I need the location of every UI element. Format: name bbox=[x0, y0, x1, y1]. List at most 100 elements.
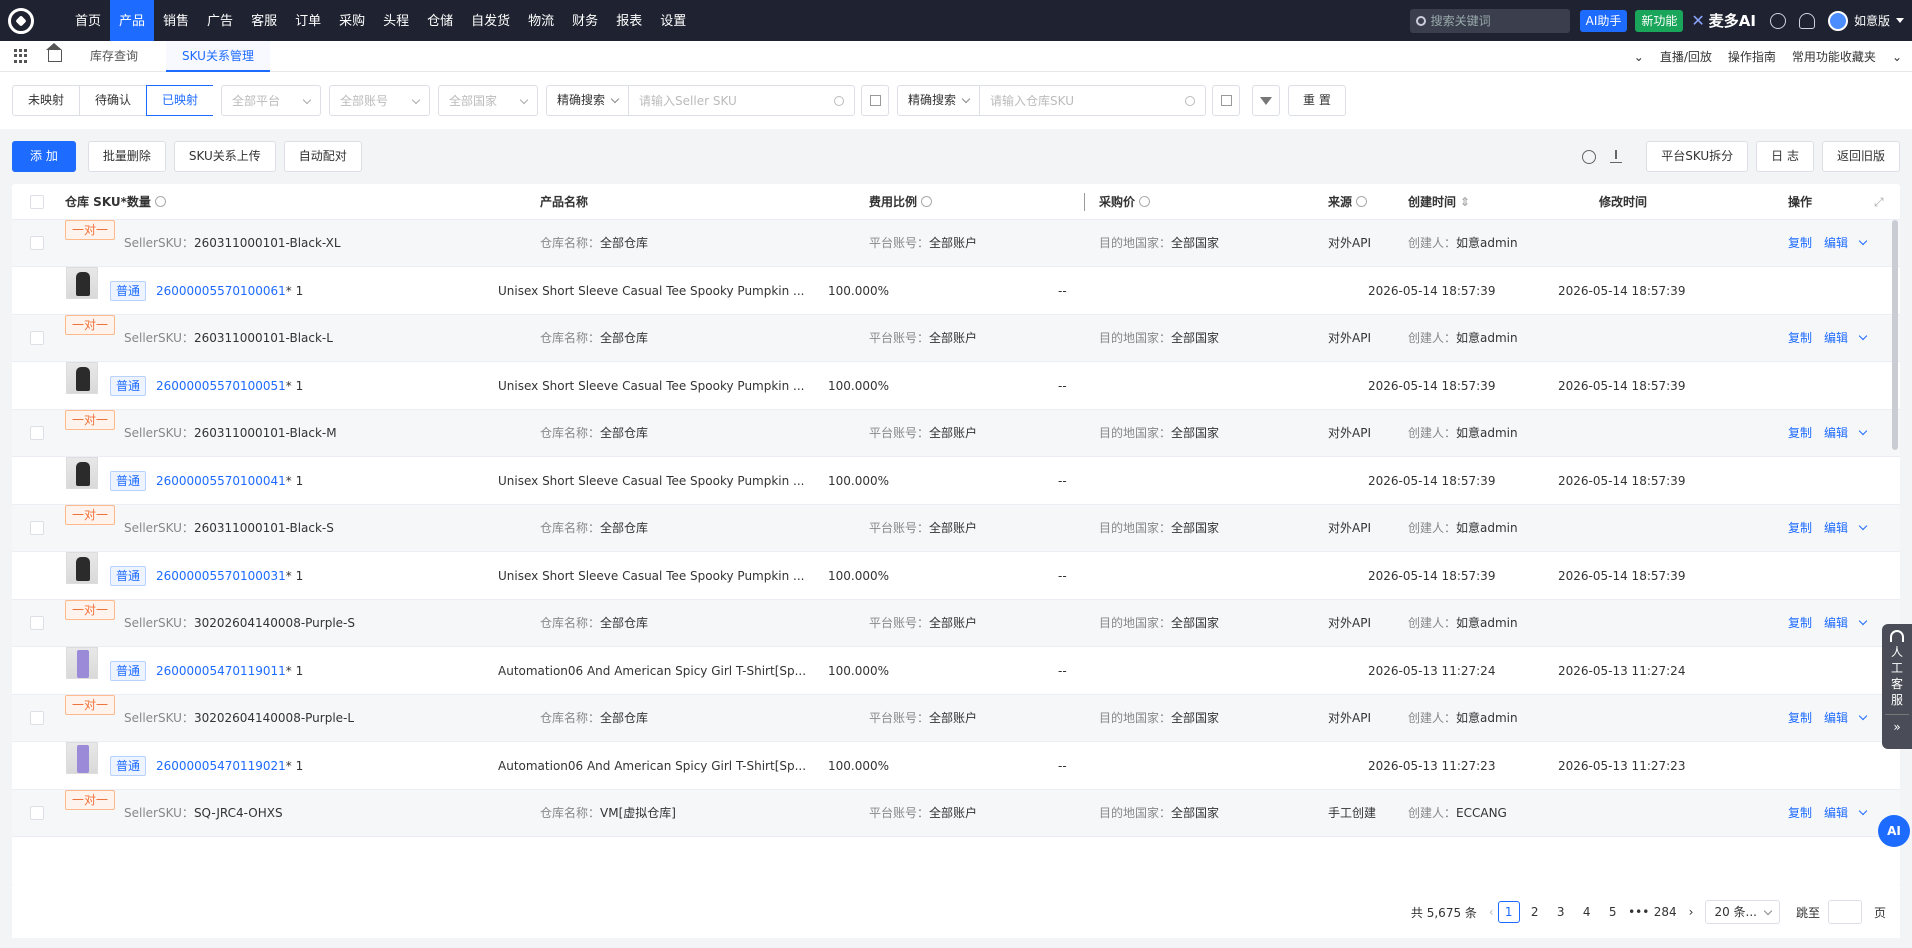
copy-button[interactable]: 复制 bbox=[1788, 806, 1812, 820]
download-icon[interactable] bbox=[1769, 12, 1786, 29]
chevron-down-icon[interactable] bbox=[1858, 711, 1868, 721]
user-name[interactable]: 如意版 bbox=[1854, 12, 1890, 29]
product-thumbnail[interactable] bbox=[66, 552, 98, 584]
tab-inventory-query[interactable]: 库存查询 bbox=[74, 41, 154, 72]
favorites-menu[interactable]: 常用功能收藏夹 bbox=[1792, 48, 1876, 65]
chevron-down-icon[interactable] bbox=[1858, 331, 1868, 341]
page-size-select[interactable]: 20 条... bbox=[1705, 900, 1780, 924]
collapse-icon[interactable]: » bbox=[1882, 719, 1912, 735]
advanced-filter-button[interactable] bbox=[1252, 85, 1281, 116]
nav-item-8[interactable]: 仓储 bbox=[418, 0, 462, 41]
search-icon[interactable] bbox=[834, 95, 845, 106]
next-page-icon[interactable]: › bbox=[1689, 905, 1694, 919]
nav-item-7[interactable]: 头程 bbox=[374, 0, 418, 41]
chevron-down-icon[interactable]: ⌄ bbox=[1634, 50, 1644, 64]
col-created[interactable]: 创建时间 ⇕ bbox=[1408, 184, 1470, 220]
nav-item-13[interactable]: 设置 bbox=[651, 0, 695, 41]
nav-item-2[interactable]: 销售 bbox=[154, 0, 198, 41]
row-checkbox[interactable] bbox=[30, 711, 44, 725]
row-checkbox[interactable] bbox=[30, 806, 44, 820]
nav-item-9[interactable]: 自发货 bbox=[462, 0, 519, 41]
page-5[interactable]: ••• bbox=[1628, 902, 1650, 924]
fullscreen-icon[interactable]: ⤢ bbox=[1874, 184, 1884, 220]
page-2[interactable]: 3 bbox=[1550, 902, 1572, 924]
product-thumbnail[interactable] bbox=[66, 742, 98, 774]
guide-link[interactable]: 操作指南 bbox=[1728, 48, 1776, 65]
goto-page-input[interactable] bbox=[1827, 900, 1862, 924]
warehouse-sku-link[interactable]: 26000005570100061 bbox=[156, 284, 286, 298]
add-button[interactable]: 添 加 bbox=[12, 141, 76, 172]
old-version-button[interactable]: 返回旧版 bbox=[1821, 141, 1900, 172]
info-icon[interactable] bbox=[1582, 149, 1597, 164]
country-select[interactable]: 全部国家 bbox=[438, 85, 539, 116]
edit-button[interactable]: 编辑 bbox=[1824, 711, 1848, 725]
row-checkbox[interactable] bbox=[30, 331, 44, 345]
search-icon[interactable] bbox=[1185, 95, 1196, 106]
chevron-down-icon[interactable] bbox=[1858, 521, 1868, 531]
download-icon[interactable] bbox=[1610, 150, 1623, 163]
platform-select[interactable]: 全部平台 bbox=[221, 85, 322, 116]
product-thumbnail[interactable] bbox=[66, 362, 98, 394]
tab-sku-relation[interactable]: SKU关系管理 bbox=[166, 40, 270, 72]
edit-button[interactable]: 编辑 bbox=[1824, 521, 1848, 535]
batch-delete-button[interactable]: 批量删除 bbox=[87, 141, 166, 172]
select-all-checkbox[interactable] bbox=[30, 195, 44, 209]
segment-mapped[interactable]: 已映射 bbox=[146, 85, 214, 116]
nav-item-0[interactable]: 首页 bbox=[66, 0, 110, 41]
edit-button[interactable]: 编辑 bbox=[1824, 616, 1848, 630]
auto-match-button[interactable]: 自动配对 bbox=[283, 141, 362, 172]
ai-assistant-button[interactable]: AI助手 bbox=[1579, 9, 1628, 32]
new-feature-button[interactable]: 新功能 bbox=[1635, 9, 1684, 32]
platform-sku-split-button[interactable]: 平台SKU拆分 bbox=[1646, 141, 1749, 172]
apps-grid-icon[interactable] bbox=[14, 49, 28, 63]
warehouse-sku-link[interactable]: 26000005470119011 bbox=[156, 664, 286, 678]
row-checkbox[interactable] bbox=[30, 236, 44, 250]
seller-sku-input[interactable] bbox=[629, 86, 835, 115]
avatar[interactable] bbox=[1827, 10, 1848, 31]
nav-item-6[interactable]: 采购 bbox=[330, 0, 374, 41]
batch-input-button[interactable] bbox=[1212, 85, 1241, 116]
ai-chat-bubble[interactable]: AI bbox=[1878, 815, 1910, 847]
chevron-down-icon[interactable] bbox=[1858, 806, 1868, 816]
edit-button[interactable]: 编辑 bbox=[1824, 426, 1848, 440]
product-thumbnail[interactable] bbox=[66, 457, 98, 489]
edit-button[interactable]: 编辑 bbox=[1824, 331, 1848, 345]
nav-item-1[interactable]: 产品 bbox=[110, 0, 155, 41]
row-checkbox[interactable] bbox=[30, 426, 44, 440]
brand-logo[interactable]: ✕ 麦多AI bbox=[1691, 10, 1756, 31]
nav-item-4[interactable]: 客服 bbox=[242, 0, 286, 41]
page-1[interactable]: 2 bbox=[1524, 902, 1546, 924]
table-scrollbar[interactable] bbox=[1892, 220, 1898, 450]
chevron-down-icon[interactable] bbox=[1858, 426, 1868, 436]
batch-input-button[interactable] bbox=[861, 85, 890, 116]
log-button[interactable]: 日 志 bbox=[1756, 141, 1814, 172]
segment-unmapped[interactable]: 未映射 bbox=[13, 86, 81, 115]
home-icon[interactable] bbox=[46, 43, 62, 62]
row-checkbox[interactable] bbox=[30, 616, 44, 630]
column-divider[interactable] bbox=[1084, 193, 1085, 211]
product-thumbnail[interactable] bbox=[66, 267, 98, 299]
copy-button[interactable]: 复制 bbox=[1788, 711, 1812, 725]
copy-button[interactable]: 复制 bbox=[1788, 236, 1812, 250]
edit-button[interactable]: 编辑 bbox=[1824, 236, 1848, 250]
copy-button[interactable]: 复制 bbox=[1788, 426, 1812, 440]
nav-item-11[interactable]: 财务 bbox=[563, 0, 607, 41]
sku-upload-button[interactable]: SKU关系上传 bbox=[173, 141, 276, 172]
headset-icon[interactable] bbox=[1798, 12, 1815, 29]
nav-item-12[interactable]: 报表 bbox=[607, 0, 651, 41]
app-logo[interactable] bbox=[2, 0, 40, 41]
chevron-down-icon[interactable] bbox=[1896, 18, 1904, 23]
reset-button[interactable]: 重 置 bbox=[1288, 85, 1346, 116]
warehouse-sku-link[interactable]: 26000005570100041 bbox=[156, 474, 286, 488]
nav-item-3[interactable]: 广告 bbox=[198, 0, 242, 41]
copy-button[interactable]: 复制 bbox=[1788, 521, 1812, 535]
customer-service-widget[interactable]: 人工客服 » bbox=[1882, 624, 1912, 749]
live-replay-link[interactable]: 直播/回放 bbox=[1660, 48, 1712, 65]
page-4[interactable]: 5 bbox=[1602, 902, 1624, 924]
warehouse-sku-link[interactable]: 26000005570100051 bbox=[156, 379, 286, 393]
warehouse-sku-link[interactable]: 26000005470119021 bbox=[156, 759, 286, 773]
warehouse-sku-input[interactable] bbox=[980, 86, 1186, 115]
chevron-down-icon[interactable]: ⌄ bbox=[1892, 50, 1902, 64]
chevron-down-icon[interactable] bbox=[1858, 616, 1868, 626]
search-mode-select[interactable]: 精确搜索 bbox=[898, 86, 981, 115]
